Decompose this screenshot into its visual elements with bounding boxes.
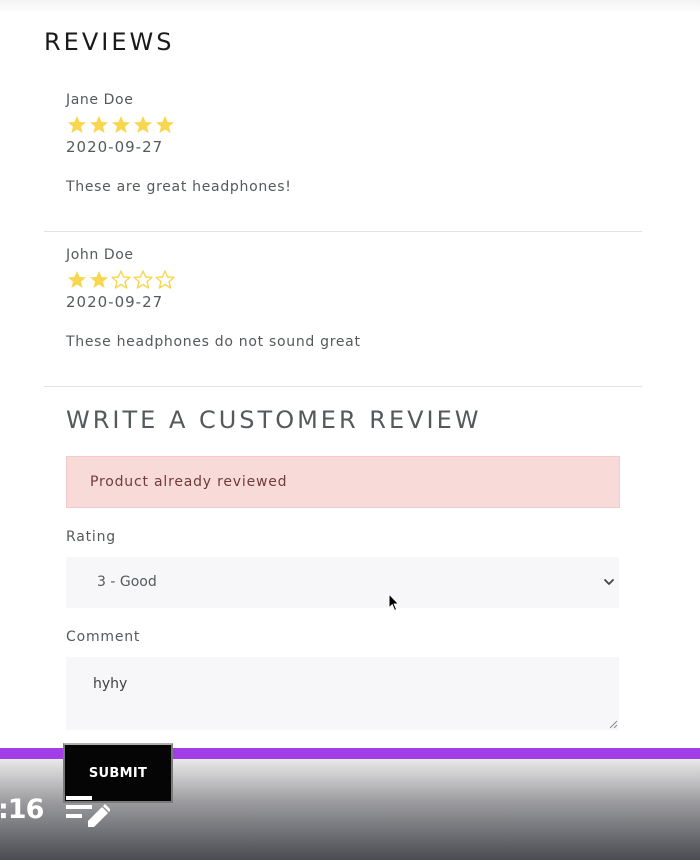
star-filled-icon: [156, 116, 174, 133]
write-review-heading: WRITE A CUSTOMER REVIEW: [66, 406, 482, 434]
review-item: John Doe 2020-09-27 These headphones do …: [44, 247, 642, 387]
already-reviewed-alert: Product already reviewed: [66, 456, 620, 508]
star-empty-icon: [133, 270, 153, 289]
star-empty-icon: [111, 270, 131, 289]
video-time: :16: [0, 794, 44, 825]
reviews-heading: REVIEWS: [44, 28, 175, 56]
rating-label: Rating: [66, 529, 116, 545]
comment-label: Comment: [66, 629, 141, 645]
star-filled-icon: [68, 116, 86, 133]
reviewer-name: Jane Doe: [66, 92, 134, 108]
star-empty-icon: [155, 270, 175, 289]
rating-select-value: 3 - Good: [97, 574, 157, 590]
star-filled-icon: [134, 116, 152, 133]
star-filled-icon: [112, 116, 130, 133]
comment-textarea[interactable]: hyhy: [66, 657, 619, 730]
star-filled-icon: [90, 271, 108, 288]
mouse-pointer-icon: [388, 593, 400, 612]
review-date: 2020-09-27: [66, 293, 164, 311]
resize-handle-icon[interactable]: [609, 720, 618, 729]
star-rating: [66, 269, 176, 291]
star-filled-icon: [68, 271, 86, 288]
review-comment: These headphones do not sound great: [66, 334, 361, 350]
review-comment: These are great headphones!: [66, 179, 292, 195]
chevron-down-icon: [604, 579, 614, 585]
reviewer-name: John Doe: [66, 247, 134, 263]
comment-text: hyhy: [93, 676, 128, 692]
review-date: 2020-09-27: [66, 138, 164, 156]
playlist-edit-icon[interactable]: [64, 794, 110, 832]
star-filled-icon: [90, 116, 108, 133]
rating-select[interactable]: 3 - Good: [66, 557, 619, 608]
product-page: REVIEWS Jane Doe 2020-09-27 These are gr…: [0, 0, 700, 860]
review-item: Jane Doe 2020-09-27 These are great head…: [44, 92, 642, 232]
star-rating: [66, 114, 176, 136]
top-shade: [0, 0, 700, 14]
